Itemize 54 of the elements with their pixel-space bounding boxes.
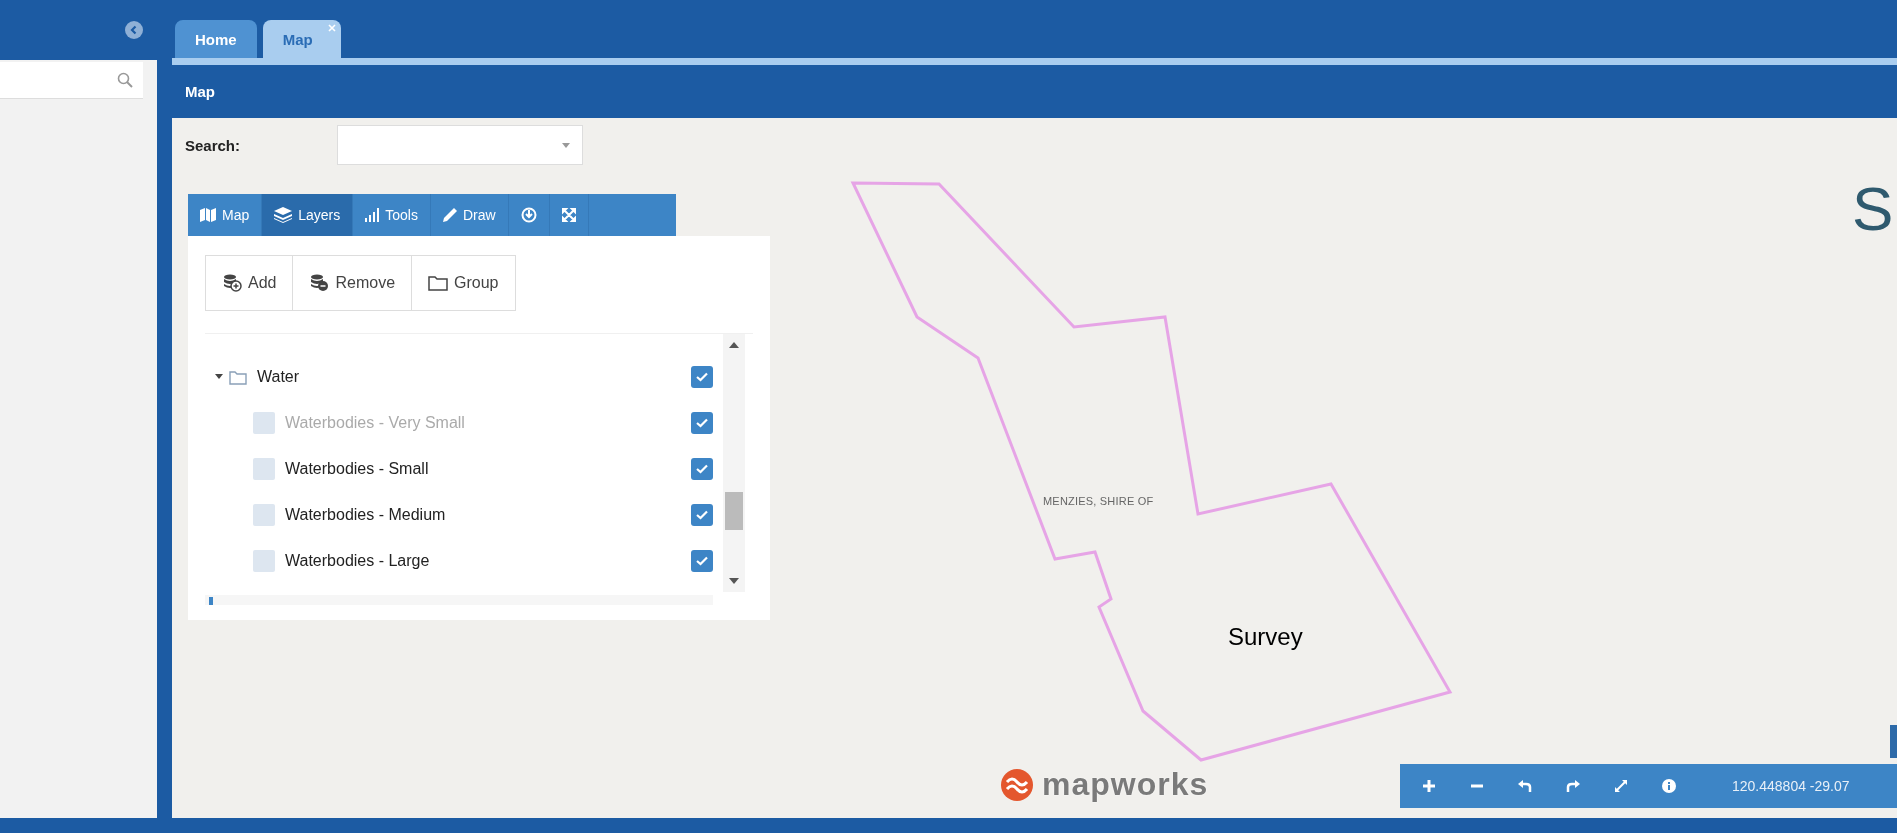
checkbox[interactable] — [691, 366, 713, 388]
folder-icon — [428, 275, 449, 291]
undo-icon — [1517, 778, 1533, 794]
map-icon — [200, 208, 216, 222]
database-add-icon — [222, 274, 242, 292]
scroll-down-icon[interactable] — [729, 578, 739, 584]
check-icon — [696, 464, 708, 474]
caret-icon[interactable] — [215, 374, 223, 380]
scroll-thumb[interactable] — [209, 597, 213, 605]
database-remove-icon — [309, 274, 330, 292]
page-title: Map — [172, 65, 1897, 118]
layer-label: Waterbodies - Very Small — [285, 414, 466, 432]
logo-text: mapworks — [1042, 766, 1209, 803]
search-field[interactable] — [0, 62, 143, 99]
info-icon — [1661, 778, 1677, 794]
logo-icon — [1000, 767, 1034, 802]
layers-icon — [274, 207, 293, 223]
scrollbar[interactable] — [723, 334, 745, 592]
check-icon — [696, 372, 708, 382]
pencil-icon — [442, 208, 457, 222]
scroll-thumb[interactable] — [725, 492, 743, 530]
layer-label: Waterbodies - Large — [285, 552, 431, 570]
panel-tab[interactable]: Layers — [262, 194, 354, 236]
horizontal-scrollbar[interactable] — [205, 595, 713, 605]
edge-bar — [1890, 725, 1897, 758]
chevron-left-icon — [129, 25, 139, 35]
checkbox[interactable] — [691, 412, 713, 434]
tab[interactable]: Map — [262, 20, 341, 58]
expand-icon — [561, 208, 576, 222]
fit-extent-icon — [1613, 778, 1629, 794]
layer-group-label: Water — [257, 368, 301, 386]
checkbox[interactable] — [691, 504, 713, 526]
folder-icon — [229, 369, 247, 385]
redo-icon — [1565, 778, 1581, 794]
collapse-button[interactable] — [125, 21, 143, 39]
map-annotation: Survey — [1228, 623, 1303, 651]
zoom-in-icon — [1421, 778, 1437, 794]
check-icon — [696, 556, 708, 566]
search-label: Search: — [185, 136, 242, 154]
map-label: MENZIES, SHIRE OF — [1043, 495, 1154, 507]
checkbox[interactable] — [691, 550, 713, 572]
checkbox[interactable] — [691, 458, 713, 480]
caret-icon — [562, 142, 570, 148]
check-icon — [696, 418, 708, 428]
tab[interactable]: Home — [175, 20, 257, 58]
bar-chart-icon — [365, 208, 380, 222]
search-icon — [117, 72, 133, 88]
layer-label: Waterbodies - Small — [285, 460, 430, 478]
logo-text: S — [1852, 178, 1894, 240]
coordinates: 120.448804 -29.07 — [1732, 778, 1850, 794]
download-icon — [520, 207, 537, 223]
scroll-up-icon[interactable] — [729, 342, 739, 348]
layer-label: Waterbodies - Medium — [285, 506, 447, 524]
check-icon — [696, 510, 708, 520]
